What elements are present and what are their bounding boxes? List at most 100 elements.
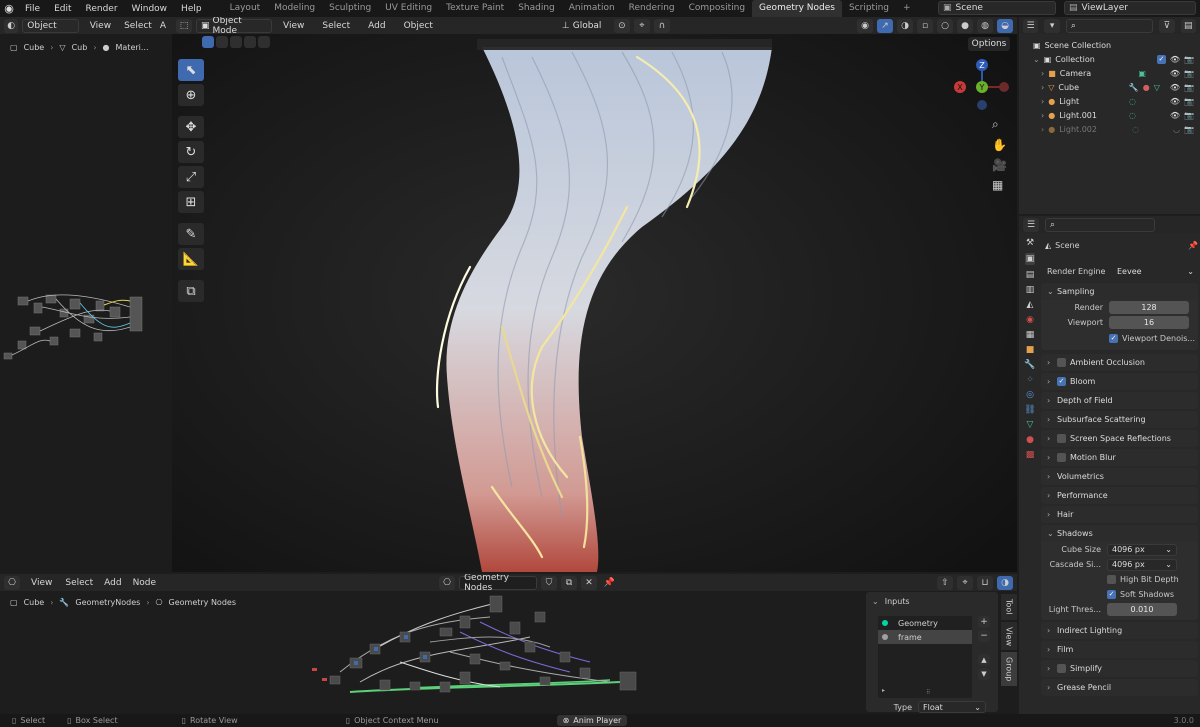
outliner-search-input[interactable]: ⌕ <box>1065 18 1154 33</box>
duplicate-icon[interactable]: ⧉ <box>561 575 578 590</box>
editor-type-icon[interactable]: ◐ <box>4 18 19 33</box>
collection-row[interactable]: ⌄ ▣ Collection ✓ 👁 📷 <box>1025 52 1194 66</box>
properties-type-icon[interactable]: ☰ <box>1023 217 1039 232</box>
camera-render-icon[interactable]: 📷 <box>1184 111 1194 120</box>
high-bit-depth-row[interactable]: High Bit Depth <box>1041 572 1198 587</box>
shading-solid-icon[interactable]: ● <box>957 18 973 33</box>
section-ambient-occlusion[interactable]: › Ambient Occlusion <box>1041 354 1198 371</box>
menu-edit[interactable]: Edit <box>47 4 78 14</box>
options-button[interactable]: Options <box>968 37 1010 51</box>
outliner-row-light-002[interactable]: › ● Light.002 ◌ ◡ 📷 <box>1025 122 1194 136</box>
camera-render-icon[interactable]: 📷 <box>1184 83 1194 92</box>
tab-modeling[interactable]: Modeling <box>267 0 322 17</box>
add-cube-tool-icon[interactable]: ⧉ <box>178 280 204 302</box>
tab-sculpting[interactable]: Sculpting <box>322 0 378 17</box>
soft-shadows-row[interactable]: ✓ Soft Shadows <box>1041 587 1198 602</box>
output-tab-icon[interactable]: ▤ <box>1026 270 1035 280</box>
node-menu-select[interactable]: Select <box>63 578 95 588</box>
move-tool-icon[interactable]: ✥ <box>178 116 204 138</box>
navigation-gizmo[interactable]: Z Y X <box>954 55 1014 115</box>
left-mode-select[interactable]: Object <box>22 18 79 33</box>
data-tab-icon[interactable]: ▽ <box>1027 420 1034 430</box>
scene-tab-icon[interactable]: ◭ <box>1027 300 1034 310</box>
outliner-row-light[interactable]: › ● Light ◌ 👁 📷 <box>1025 94 1194 108</box>
section-volumetrics[interactable]: › Volumetrics <box>1041 468 1198 485</box>
object-tab-icon[interactable]: ■ <box>1026 345 1035 355</box>
visibility-icon[interactable]: ◉ <box>857 18 873 33</box>
viewport-menu-object[interactable]: Object <box>397 21 440 31</box>
node-menu-view[interactable]: View <box>24 578 59 588</box>
tab-shading[interactable]: Shading <box>511 0 562 17</box>
pin-icon[interactable]: 📌 <box>601 576 617 590</box>
cube-size-select[interactable]: 4096 px ⌄ <box>1107 543 1177 556</box>
node-overlay-icon[interactable]: ◑ <box>997 575 1013 590</box>
section-motion-blur[interactable]: › Motion Blur <box>1041 449 1198 466</box>
eye-icon[interactable]: 👁 <box>1170 69 1180 78</box>
filter-icon[interactable]: ⊽ <box>1159 18 1175 33</box>
remove-input-icon[interactable]: − <box>978 630 990 642</box>
tab-compositing[interactable]: Compositing <box>682 0 752 17</box>
tool-tab-icon[interactable]: ⚒ <box>1026 238 1034 248</box>
particles-tab-icon[interactable]: ⁘ <box>1026 375 1034 385</box>
section-screen-space-reflections[interactable]: › Screen Space Reflections <box>1041 430 1198 447</box>
anim-player-button[interactable]: ⊗ Anim Player <box>556 715 628 726</box>
proportional-icon[interactable]: ∩ <box>653 18 670 33</box>
viewport-menu-select[interactable]: Select <box>315 21 357 31</box>
viewport-denoise-row[interactable]: ✓ Viewport Denois... <box>1041 330 1198 346</box>
input-item-frame[interactable]: frame <box>878 630 972 644</box>
sidebar-tab-tool[interactable]: Tool <box>1001 594 1017 620</box>
overlay-icon[interactable]: ◑ <box>897 18 913 33</box>
pivot-icon[interactable]: ⊙ <box>613 18 630 33</box>
resize-grip-icon[interactable]: ⠿ <box>926 689 930 696</box>
node-menu-add[interactable]: Add <box>99 578 126 588</box>
shading-wire-icon[interactable]: ○ <box>937 18 953 33</box>
select-extend-icon[interactable] <box>216 36 228 48</box>
mode-select[interactable]: ▣ Object Mode <box>196 17 272 36</box>
left-menu-view[interactable]: View <box>83 21 118 31</box>
section-grease-pencil[interactable]: › Grease Pencil <box>1041 679 1198 696</box>
add-workspace-button[interactable]: + <box>896 0 918 17</box>
eye-icon[interactable]: 👁 <box>1170 97 1180 106</box>
sidebar-tab-view[interactable]: View <box>1001 622 1017 650</box>
section-film[interactable]: › Film <box>1041 641 1198 658</box>
zoom-icon[interactable]: ⌕ <box>992 117 1007 132</box>
eye-closed-icon[interactable]: ◡ <box>1173 125 1180 134</box>
node-tree-name[interactable]: Geometry Nodes <box>459 574 538 593</box>
cascade-size-select[interactable]: 4096 px ⌄ <box>1107 558 1177 571</box>
menu-render[interactable]: Render <box>79 4 125 14</box>
viewport-denoise-checkbox[interactable]: ✓ <box>1109 333 1118 343</box>
constraints-tab-icon[interactable]: ⛓ <box>1024 405 1035 415</box>
shading-rendered-icon[interactable]: ◒ <box>997 18 1013 33</box>
viewport-editor-type-icon[interactable]: ⬚ <box>176 18 192 33</box>
move-up-icon[interactable]: ▲ <box>978 654 990 666</box>
inputs-header[interactable]: ⌄ Inputs <box>866 592 998 610</box>
bloom-checkbox[interactable]: ✓ <box>1057 377 1066 386</box>
left-menu-add[interactable]: A <box>158 21 168 31</box>
camera-render-icon[interactable]: 📷 <box>1184 97 1194 106</box>
scale-tool-icon[interactable]: ⤢ <box>178 166 204 188</box>
shadows-header[interactable]: ⌄ Shadows <box>1041 525 1198 542</box>
camera-render-icon[interactable]: 📷 <box>1184 125 1194 134</box>
render-samples-field[interactable]: 128 <box>1109 301 1189 314</box>
fake-user-shield-icon[interactable]: ⛉ <box>541 575 558 590</box>
breadcrumb-mesh[interactable]: Cub <box>72 43 88 52</box>
new-collection-icon[interactable]: ▤ <box>1180 18 1196 33</box>
outliner-row-light-001[interactable]: › ● Light.001 ◌ 👁 📷 <box>1025 108 1194 122</box>
light-threshold-field[interactable]: 0.010 <box>1107 603 1177 616</box>
viewport-menu-add[interactable]: Add <box>361 21 392 31</box>
collection-tab-icon[interactable]: ▦ <box>1026 330 1035 340</box>
section-hair[interactable]: › Hair <box>1041 506 1198 523</box>
section-bloom[interactable]: › ✓ Bloom <box>1041 373 1198 390</box>
section-depth-of-field[interactable]: › Depth of Field <box>1041 392 1198 409</box>
select-box-tool-icon[interactable]: ⬉ <box>178 59 204 81</box>
transform-tool-icon[interactable]: ⊞ <box>178 191 204 213</box>
blender-logo-icon[interactable]: ◉ <box>0 2 18 15</box>
soft-shadows-checkbox[interactable]: ✓ <box>1107 590 1116 599</box>
measure-tool-icon[interactable]: 📐 <box>178 248 204 270</box>
physics-tab-icon[interactable]: ◎ <box>1026 390 1034 400</box>
select-subtract-icon[interactable] <box>230 36 242 48</box>
gizmo-toggle-icon[interactable]: ↗ <box>877 18 893 33</box>
input-type-select[interactable]: Float ⌄ <box>918 701 986 713</box>
view-layer-tab-icon[interactable]: ▥ <box>1026 285 1035 295</box>
properties-search-input[interactable]: ⌕ <box>1045 217 1155 232</box>
